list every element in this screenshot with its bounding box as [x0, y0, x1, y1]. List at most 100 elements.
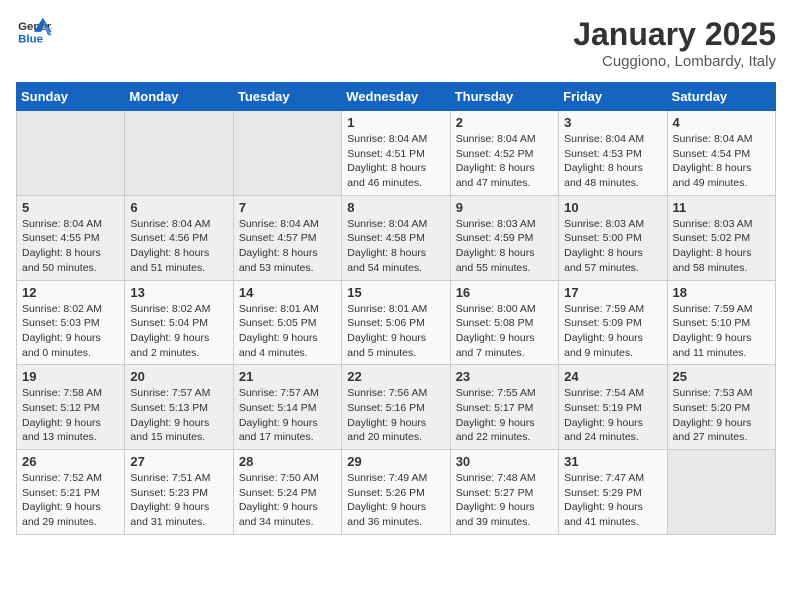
title-area: January 2025 Cuggiono, Lombardy, Italy: [573, 16, 776, 70]
day-number: 2: [456, 115, 553, 130]
day-info: Sunrise: 8:02 AMSunset: 5:04 PMDaylight:…: [130, 302, 227, 361]
calendar-cell: 7 Sunrise: 8:04 AMSunset: 4:57 PMDaylight…: [233, 195, 341, 280]
day-number: 9: [456, 200, 553, 215]
day-info: Sunrise: 7:51 AMSunset: 5:23 PMDaylight:…: [130, 471, 227, 530]
day-info: Sunrise: 8:03 AMSunset: 5:02 PMDaylight:…: [673, 217, 770, 276]
day-info: Sunrise: 7:49 AMSunset: 5:26 PMDaylight:…: [347, 471, 444, 530]
calendar-cell: 17 Sunrise: 7:59 AMSunset: 5:09 PMDayligh…: [559, 280, 667, 365]
day-info: Sunrise: 7:47 AMSunset: 5:29 PMDaylight:…: [564, 471, 661, 530]
day-info: Sunrise: 7:57 AMSunset: 5:14 PMDaylight:…: [239, 386, 336, 445]
day-info: Sunrise: 8:04 AMSunset: 4:52 PMDaylight:…: [456, 132, 553, 191]
day-info: Sunrise: 8:04 AMSunset: 4:58 PMDaylight:…: [347, 217, 444, 276]
day-number: 12: [22, 285, 119, 300]
calendar-cell: 11 Sunrise: 8:03 AMSunset: 5:02 PMDayligh…: [667, 195, 775, 280]
header: General Blue January 2025 Cuggiono, Lomb…: [16, 16, 776, 70]
day-info: Sunrise: 7:53 AMSunset: 5:20 PMDaylight:…: [673, 386, 770, 445]
day-header-friday: Friday: [559, 83, 667, 111]
day-info: Sunrise: 7:50 AMSunset: 5:24 PMDaylight:…: [239, 471, 336, 530]
svg-text:Blue: Blue: [18, 33, 43, 45]
day-info: Sunrise: 7:59 AMSunset: 5:10 PMDaylight:…: [673, 302, 770, 361]
day-info: Sunrise: 8:02 AMSunset: 5:03 PMDaylight:…: [22, 302, 119, 361]
days-header-row: SundayMondayTuesdayWednesdayThursdayFrid…: [17, 83, 776, 111]
day-number: 13: [130, 285, 227, 300]
calendar-cell: 4Sunrise: 8:04 AMSunset: 4:54 PMDaylight…: [667, 111, 775, 196]
day-header-thursday: Thursday: [450, 83, 558, 111]
calendar-subtitle: Cuggiono, Lombardy, Italy: [573, 53, 776, 70]
week-row-1: 1Sunrise: 8:04 AMSunset: 4:51 PMDaylight…: [17, 111, 776, 196]
day-number: 10: [564, 200, 661, 215]
calendar-cell: 3 Sunrise: 8:04 AMSunset: 4:53 PMDaylight…: [559, 111, 667, 196]
day-info: Sunrise: 7:58 AMSunset: 5:12 PMDaylight:…: [22, 386, 119, 445]
day-info: Sunrise: 7:52 AMSunset: 5:21 PMDaylight:…: [22, 471, 119, 530]
calendar-cell: 15Sunrise: 8:01 AMSunset: 5:06 PMDayligh…: [342, 280, 450, 365]
day-info: Sunrise: 8:04 AMSunset: 4:53 PMDaylight:…: [564, 132, 661, 191]
calendar-cell: 12 Sunrise: 8:02 AMSunset: 5:03 PMDayligh…: [17, 280, 125, 365]
calendar-cell: [17, 111, 125, 196]
calendar-cell: [125, 111, 233, 196]
calendar-cell: 21 Sunrise: 7:57 AMSunset: 5:14 PMDayligh…: [233, 365, 341, 450]
day-number: 8: [347, 200, 444, 215]
calendar-cell: 27 Sunrise: 7:51 AMSunset: 5:23 PMDayligh…: [125, 450, 233, 535]
calendar-cell: [233, 111, 341, 196]
day-info: Sunrise: 7:48 AMSunset: 5:27 PMDaylight:…: [456, 471, 553, 530]
day-number: 6: [130, 200, 227, 215]
calendar-cell: 2 Sunrise: 8:04 AMSunset: 4:52 PMDaylight…: [450, 111, 558, 196]
calendar-cell: 5 Sunrise: 8:04 AMSunset: 4:55 PMDaylight…: [17, 195, 125, 280]
day-number: 11: [673, 200, 770, 215]
day-info: Sunrise: 8:04 AMSunset: 4:55 PMDaylight:…: [22, 217, 119, 276]
day-number: 21: [239, 369, 336, 384]
week-row-5: 26 Sunrise: 7:52 AMSunset: 5:21 PMDayligh…: [17, 450, 776, 535]
calendar-cell: 8 Sunrise: 8:04 AMSunset: 4:58 PMDaylight…: [342, 195, 450, 280]
day-number: 31: [564, 454, 661, 469]
day-header-saturday: Saturday: [667, 83, 775, 111]
day-number: 30: [456, 454, 553, 469]
day-number: 7: [239, 200, 336, 215]
calendar-cell: 20Sunrise: 7:57 AMSunset: 5:13 PMDayligh…: [125, 365, 233, 450]
day-number: 26: [22, 454, 119, 469]
week-row-4: 19 Sunrise: 7:58 AMSunset: 5:12 PMDayligh…: [17, 365, 776, 450]
day-number: 28: [239, 454, 336, 469]
calendar-cell: 24Sunrise: 7:54 AMSunset: 5:19 PMDayligh…: [559, 365, 667, 450]
logo-icon: General Blue: [16, 16, 52, 46]
day-info: Sunrise: 8:00 AMSunset: 5:08 PMDaylight:…: [456, 302, 553, 361]
day-info: Sunrise: 8:04 AMSunset: 4:56 PMDaylight:…: [130, 217, 227, 276]
day-number: 16: [456, 285, 553, 300]
day-info: Sunrise: 7:59 AMSunset: 5:09 PMDaylight:…: [564, 302, 661, 361]
day-number: 5: [22, 200, 119, 215]
calendar-cell: 26 Sunrise: 7:52 AMSunset: 5:21 PMDayligh…: [17, 450, 125, 535]
day-number: 24: [564, 369, 661, 384]
day-number: 25: [673, 369, 770, 384]
calendar-title: January 2025: [573, 16, 776, 53]
calendar-cell: [667, 450, 775, 535]
day-number: 22: [347, 369, 444, 384]
day-info: Sunrise: 7:55 AMSunset: 5:17 PMDaylight:…: [456, 386, 553, 445]
day-number: 1: [347, 115, 444, 130]
calendar-cell: 22Sunrise: 7:56 AMSunset: 5:16 PMDayligh…: [342, 365, 450, 450]
calendar-cell: 29Sunrise: 7:49 AMSunset: 5:26 PMDayligh…: [342, 450, 450, 535]
calendar-cell: 19 Sunrise: 7:58 AMSunset: 5:12 PMDayligh…: [17, 365, 125, 450]
calendar-cell: 6 Sunrise: 8:04 AMSunset: 4:56 PMDaylight…: [125, 195, 233, 280]
day-number: 20: [130, 369, 227, 384]
day-number: 18: [673, 285, 770, 300]
day-header-tuesday: Tuesday: [233, 83, 341, 111]
calendar-cell: 18 Sunrise: 7:59 AMSunset: 5:10 PMDayligh…: [667, 280, 775, 365]
calendar-cell: 9Sunrise: 8:03 AMSunset: 4:59 PMDaylight…: [450, 195, 558, 280]
day-info: Sunrise: 8:01 AMSunset: 5:05 PMDaylight:…: [239, 302, 336, 361]
calendar-cell: 25 Sunrise: 7:53 AMSunset: 5:20 PMDayligh…: [667, 365, 775, 450]
calendar-table: SundayMondayTuesdayWednesdayThursdayFrid…: [16, 82, 776, 535]
calendar-cell: 23Sunrise: 7:55 AMSunset: 5:17 PMDayligh…: [450, 365, 558, 450]
calendar-cell: 13 Sunrise: 8:02 AMSunset: 5:04 PMDayligh…: [125, 280, 233, 365]
calendar-cell: 16 Sunrise: 8:00 AMSunset: 5:08 PMDayligh…: [450, 280, 558, 365]
day-number: 3: [564, 115, 661, 130]
day-number: 17: [564, 285, 661, 300]
day-number: 15: [347, 285, 444, 300]
day-header-monday: Monday: [125, 83, 233, 111]
day-info: Sunrise: 8:04 AMSunset: 4:57 PMDaylight:…: [239, 217, 336, 276]
calendar-cell: 1Sunrise: 8:04 AMSunset: 4:51 PMDaylight…: [342, 111, 450, 196]
calendar-cell: 14 Sunrise: 8:01 AMSunset: 5:05 PMDayligh…: [233, 280, 341, 365]
day-number: 19: [22, 369, 119, 384]
day-header-wednesday: Wednesday: [342, 83, 450, 111]
day-number: 27: [130, 454, 227, 469]
day-number: 14: [239, 285, 336, 300]
day-number: 4: [673, 115, 770, 130]
